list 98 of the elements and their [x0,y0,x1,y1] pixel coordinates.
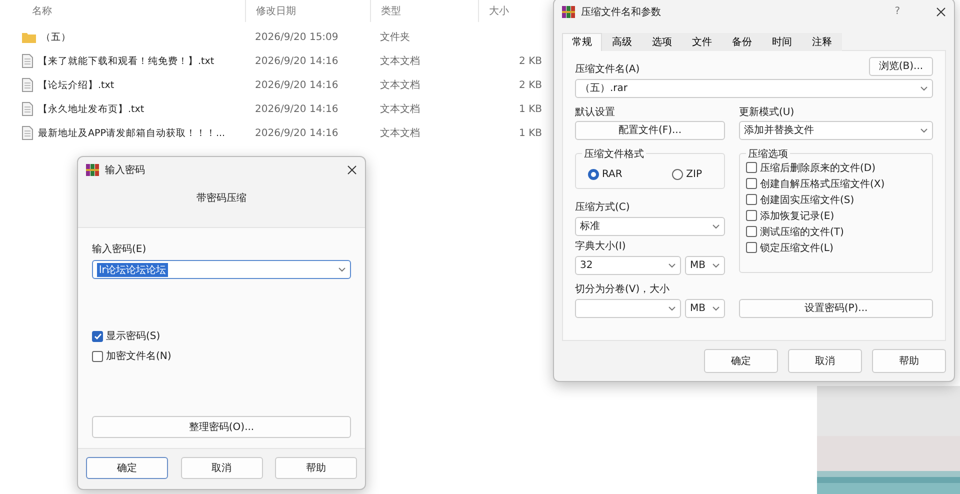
checkbox[interactable] [746,242,757,254]
unit-dropdown[interactable]: MB [685,298,725,318]
chevron-icon [668,262,676,268]
document-icon [22,126,33,140]
checkbox[interactable] [746,226,757,238]
dialog-button[interactable]: 帮助 [872,349,946,373]
type-cell-text: 文件夹 [379,30,411,44]
chevron-icon [920,86,928,91]
update-mode-dropdown[interactable]: 添加并替换文件 [739,120,933,140]
tab[interactable]: 注释 [802,32,842,51]
checkbox[interactable] [92,330,103,342]
field-label: 切分为分卷(V)，大小 [575,282,671,296]
file-name[interactable]: 【论坛介绍】.txt [38,78,114,92]
browse-button[interactable]: 浏览(B)... [869,56,933,76]
checkbox-label: 添加恢复记录(E) [760,210,834,223]
password-field[interactable]: lr论坛论坛论坛 [92,260,351,279]
field-label: 压缩文件名(A) [575,62,640,76]
dialog-button[interactable]: 取消 [788,349,862,373]
close-icon[interactable] [936,6,946,17]
document-icon [22,102,33,116]
radio-label: ZIP [686,169,702,180]
checkbox-label: 加密文件名(N) [106,350,172,363]
date-cell-text: 2026/9/20 14:16 [254,80,340,90]
chevron-icon [712,262,720,268]
column-header[interactable]: 类型 [370,0,478,22]
type-cell-text: 文本文档 [379,126,421,140]
dialog-button[interactable]: 确定 [86,457,168,479]
chevron-icon [712,224,720,229]
checkbox-label: 创建固实压缩文件(S) [760,194,854,207]
group-label: 压缩选项 [746,146,790,161]
document-icon [22,54,33,68]
radio-button[interactable] [588,169,599,180]
help-button[interactable]: ? [894,6,900,18]
chevron-icon [712,306,720,311]
chevron-icon [668,306,676,311]
radio-label: RAR [602,169,622,180]
type-cell-text: 文本文档 [379,54,421,68]
tab[interactable]: 高级 [602,32,642,51]
profiles-button[interactable]: 配置文件(F)... [575,120,725,140]
folder-icon [22,32,36,42]
type-cell-text: 文本文档 [379,78,421,92]
type-cell-text: 文本文档 [379,102,421,116]
group-label: 压缩文件格式 [582,146,646,161]
tab[interactable]: 时间 [762,32,802,51]
size-cell-text: 1 KB [518,128,543,138]
size-cell-text: 2 KB [518,56,543,66]
checkbox-label: 创建自解压格式压缩文件(X) [760,178,885,191]
books-icon [562,6,575,18]
file-name[interactable]: 【来了就能下载和观看！纯免费！】.txt [38,54,214,68]
dictionary-size-dropdown[interactable]: 32 [575,256,681,275]
dialog-button[interactable]: 确定 [704,349,778,373]
checkbox-label: 测试压缩的文件(T) [760,226,844,239]
checkbox[interactable] [92,350,103,362]
checkbox-label: 压缩后删除原来的文件(D) [760,162,876,175]
column-header[interactable]: 名称 [0,0,245,22]
check-icon [94,332,102,340]
archive-name-field[interactable]: （五）.rar [575,78,933,98]
checkbox[interactable] [746,194,757,206]
close-icon[interactable] [347,165,357,175]
dialog-button[interactable]: 帮助 [275,457,357,479]
unit-dropdown[interactable]: MB [685,256,725,275]
tab[interactable]: 常规 [562,32,602,51]
file-name[interactable]: 【永久地址发布页】.txt [38,102,144,116]
field-label: 默认设置 [575,106,616,119]
date-cell-text: 2026/9/20 15:09 [254,32,340,42]
organize-passwords-button[interactable]: 整理密码(O)... [92,416,351,438]
field-label: 更新模式(U) [739,106,796,119]
books-icon [86,164,99,176]
set-password-button[interactable]: 设置密码(P)... [739,298,933,318]
chevron-icon [338,267,346,272]
file-name[interactable]: （五） [41,30,71,44]
tab[interactable]: 选项 [642,32,682,51]
file-name[interactable]: 最新地址及APP请发邮箱自动获取！！！... [38,126,226,140]
field-label: 压缩方式(C) [575,200,631,214]
tab[interactable]: 备份 [722,32,762,51]
size-cell-text: 2 KB [518,80,543,90]
radio-button[interactable] [672,169,684,180]
size-cell-text: 1 KB [518,104,543,114]
tab[interactable]: 文件 [682,32,722,51]
checkbox-label: 显示密码(S) [106,330,160,343]
checkbox[interactable] [746,210,757,222]
checkbox[interactable] [746,178,757,190]
dialog-button[interactable]: 取消 [180,457,262,479]
checkbox-label: 锁定压缩文件(L) [760,242,834,255]
column-header[interactable]: 大小 [478,0,548,22]
field-label: 字典大小(I) [575,240,627,253]
method-dropdown[interactable]: 标准 [575,216,725,236]
column-header[interactable]: 修改日期 [245,0,370,22]
checkbox[interactable] [746,162,757,174]
field-label: 输入密码(E) [92,242,148,256]
chevron-icon [920,128,928,133]
window-title: 输入密码 [105,164,146,177]
document-icon [22,78,33,92]
dialog-heading: 带密码压缩 [196,192,246,205]
window-title: 压缩文件名和参数 [581,6,662,19]
date-cell-text: 2026/9/20 14:16 [254,56,340,66]
date-cell-text: 2026/9/20 14:16 [254,104,340,114]
date-cell-text: 2026/9/20 14:16 [254,128,340,138]
